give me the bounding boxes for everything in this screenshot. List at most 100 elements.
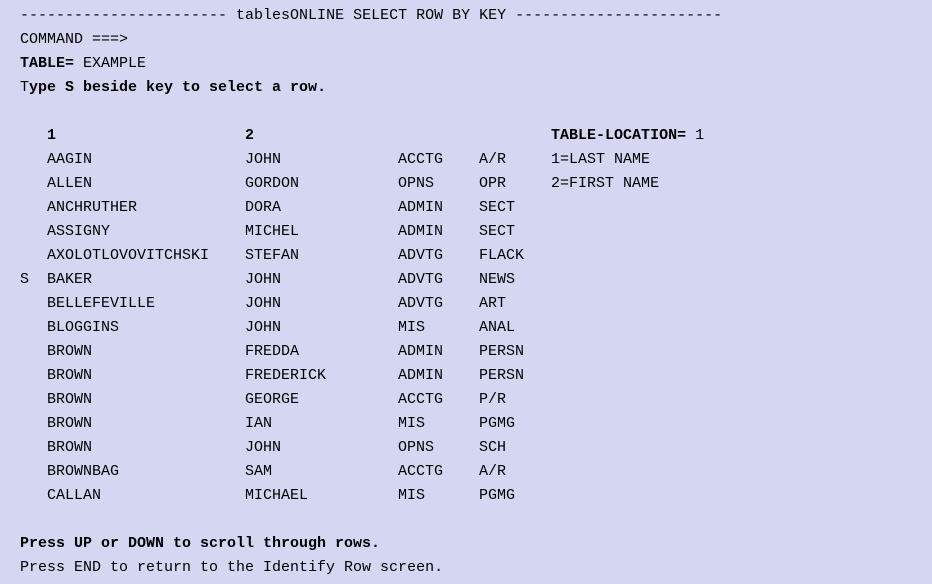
row-select-input[interactable] — [20, 460, 47, 484]
cell-first-name: JOHN — [245, 316, 398, 340]
cell-role: NEWS — [479, 268, 551, 292]
cell-dept: ADMIN — [398, 340, 479, 364]
cell-role: PGMG — [479, 412, 551, 436]
screen-title: ----------------------- tablesONLINE SEL… — [20, 4, 912, 28]
cell-dept: ADMIN — [398, 364, 479, 388]
row-select-input[interactable] — [20, 436, 47, 460]
cell-dept: ACCTG — [398, 460, 479, 484]
legend-text — [551, 244, 912, 268]
legend-text — [551, 364, 912, 388]
cell-role: PERSN — [479, 364, 551, 388]
table-row[interactable]: BELLEFEVILLEJOHNADVTGART — [20, 292, 912, 316]
legend-text — [551, 412, 912, 436]
table-row[interactable]: BROWNGEORGEACCTGP/R — [20, 388, 912, 412]
row-select-input[interactable] — [20, 316, 47, 340]
table-row[interactable]: AAGINJOHNACCTGA/R1=LAST NAME — [20, 148, 912, 172]
row-select-input[interactable]: S — [20, 268, 47, 292]
table-label: TABLE= — [20, 55, 74, 72]
table-row[interactable]: ASSIGNYMICHELADMINSECT — [20, 220, 912, 244]
table-row[interactable]: BROWNBAGSAMACCTGA/R — [20, 460, 912, 484]
cell-last-name: BROWN — [47, 364, 245, 388]
column-header-row: 1 2 TABLE-LOCATION= 1 — [20, 124, 912, 148]
cell-last-name: BROWN — [47, 388, 245, 412]
row-select-input[interactable] — [20, 172, 47, 196]
cell-last-name: ALLEN — [47, 172, 245, 196]
table-row[interactable]: ANCHRUTHERDORAADMINSECT — [20, 196, 912, 220]
cell-last-name: BAKER — [47, 268, 245, 292]
row-select-input[interactable] — [20, 364, 47, 388]
legend-text: 2=FIRST NAME — [551, 172, 912, 196]
cell-last-name: ASSIGNY — [47, 220, 245, 244]
table-row[interactable]: BROWNIANMISPGMG — [20, 412, 912, 436]
footer-scroll-hint: Press UP or DOWN to scroll through rows. — [20, 532, 912, 556]
table-row[interactable]: ALLENGORDONOPNSOPR2=FIRST NAME — [20, 172, 912, 196]
legend-text — [551, 220, 912, 244]
command-label: COMMAND ===> — [20, 31, 128, 48]
row-select-input[interactable] — [20, 412, 47, 436]
cell-last-name: BROWNBAG — [47, 460, 245, 484]
cell-dept: MIS — [398, 316, 479, 340]
table-row[interactable]: BROWNFREDDAADMINPERSN — [20, 340, 912, 364]
cell-dept: ADMIN — [398, 196, 479, 220]
cell-last-name: BROWN — [47, 436, 245, 460]
instruction-line: Type S beside key to select a row. — [20, 76, 912, 100]
legend-text — [551, 196, 912, 220]
cell-first-name: GEORGE — [245, 388, 398, 412]
cell-dept: ACCTG — [398, 388, 479, 412]
row-select-input[interactable] — [20, 244, 47, 268]
table-row[interactable]: AXOLOTLOVOVITCHSKISTEFANADVTGFLACK — [20, 244, 912, 268]
cell-first-name: FREDDA — [245, 340, 398, 364]
command-line[interactable]: COMMAND ===> — [20, 28, 912, 52]
row-select-input[interactable] — [20, 340, 47, 364]
legend-text: 1=LAST NAME — [551, 148, 912, 172]
cell-dept: ADMIN — [398, 220, 479, 244]
legend-text — [551, 292, 912, 316]
cell-first-name: FREDERICK — [245, 364, 398, 388]
blank-line-2 — [20, 508, 912, 532]
cell-first-name: SAM — [245, 460, 398, 484]
legend-text — [551, 316, 912, 340]
row-select-input[interactable] — [20, 292, 47, 316]
cell-role: ANAL — [479, 316, 551, 340]
cell-role: SECT — [479, 196, 551, 220]
cell-first-name: MICHEL — [245, 220, 398, 244]
cell-dept: MIS — [398, 412, 479, 436]
cell-role: OPR — [479, 172, 551, 196]
table-value: EXAMPLE — [74, 55, 146, 72]
cell-last-name: CALLAN — [47, 484, 245, 508]
table-row[interactable]: CALLANMICHAELMISPGMG — [20, 484, 912, 508]
row-select-input[interactable] — [20, 388, 47, 412]
table-row[interactable]: BLOGGINSJOHNMISANAL — [20, 316, 912, 340]
cell-first-name: JOHN — [245, 292, 398, 316]
legend-text — [551, 436, 912, 460]
table-line: TABLE= EXAMPLE — [20, 52, 912, 76]
cell-role: FLACK — [479, 244, 551, 268]
table-row[interactable]: S BAKERJOHNADVTGNEWS — [20, 268, 912, 292]
cell-dept: OPNS — [398, 436, 479, 460]
blank-line — [20, 100, 912, 124]
row-select-input[interactable] — [20, 196, 47, 220]
table-location-label: TABLE-LOCATION= — [551, 127, 686, 144]
legend-text — [551, 388, 912, 412]
cell-role: PERSN — [479, 340, 551, 364]
cell-last-name: BELLEFEVILLE — [47, 292, 245, 316]
cell-last-name: ANCHRUTHER — [47, 196, 245, 220]
cell-dept: ADVTG — [398, 268, 479, 292]
cell-dept: ADVTG — [398, 244, 479, 268]
cell-first-name: DORA — [245, 196, 398, 220]
cell-last-name: BROWN — [47, 412, 245, 436]
table-row[interactable]: BROWNJOHNOPNSSCH — [20, 436, 912, 460]
cell-role: SECT — [479, 220, 551, 244]
table-row[interactable]: BROWNFREDERICKADMINPERSN — [20, 364, 912, 388]
cell-role: SCH — [479, 436, 551, 460]
cell-role: PGMG — [479, 484, 551, 508]
legend-text — [551, 484, 912, 508]
row-select-input[interactable] — [20, 148, 47, 172]
cell-first-name: IAN — [245, 412, 398, 436]
cell-last-name: BROWN — [47, 340, 245, 364]
cell-first-name: MICHAEL — [245, 484, 398, 508]
cell-role: P/R — [479, 388, 551, 412]
row-select-input[interactable] — [20, 484, 47, 508]
row-select-input[interactable] — [20, 220, 47, 244]
cell-dept: MIS — [398, 484, 479, 508]
